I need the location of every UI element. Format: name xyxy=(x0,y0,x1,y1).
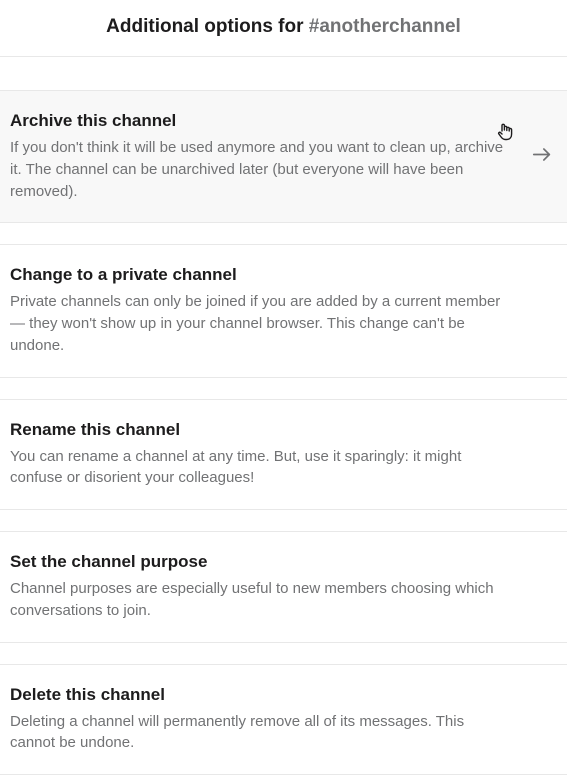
option-description: Private channels can only be joined if y… xyxy=(10,291,507,356)
dialog-header: Additional options for #anotherchannel xyxy=(0,0,567,57)
option-description: You can rename a channel at any time. Bu… xyxy=(10,446,507,490)
title-prefix: Additional options for xyxy=(106,16,309,37)
spacer xyxy=(0,223,567,245)
option-title: Set the channel purpose xyxy=(10,552,507,572)
option-delete-channel[interactable]: Delete this channel Deleting a channel w… xyxy=(0,664,567,775)
option-title: Delete this channel xyxy=(10,685,507,705)
option-description: If you don't think it will be used anymo… xyxy=(10,137,507,202)
dialog-title: Additional options for #anotherchannel xyxy=(106,16,461,37)
option-description: Deleting a channel will permanently remo… xyxy=(10,711,507,755)
option-title: Change to a private channel xyxy=(10,265,507,285)
arrow-right-icon xyxy=(531,143,553,170)
option-set-purpose[interactable]: Set the channel purpose Channel purposes… xyxy=(0,531,567,643)
option-change-private[interactable]: Change to a private channel Private chan… xyxy=(0,244,567,377)
spacer xyxy=(0,643,567,665)
option-rename-channel[interactable]: Rename this channel You can rename a cha… xyxy=(0,399,567,511)
spacer xyxy=(0,510,567,532)
channel-name: #anotherchannel xyxy=(309,16,461,37)
option-title: Archive this channel xyxy=(10,111,507,131)
spacer xyxy=(0,378,567,400)
option-title: Rename this channel xyxy=(10,420,507,440)
spacer xyxy=(0,57,567,91)
option-archive-channel[interactable]: Archive this channel If you don't think … xyxy=(0,90,567,223)
option-description: Channel purposes are especially useful t… xyxy=(10,578,507,622)
